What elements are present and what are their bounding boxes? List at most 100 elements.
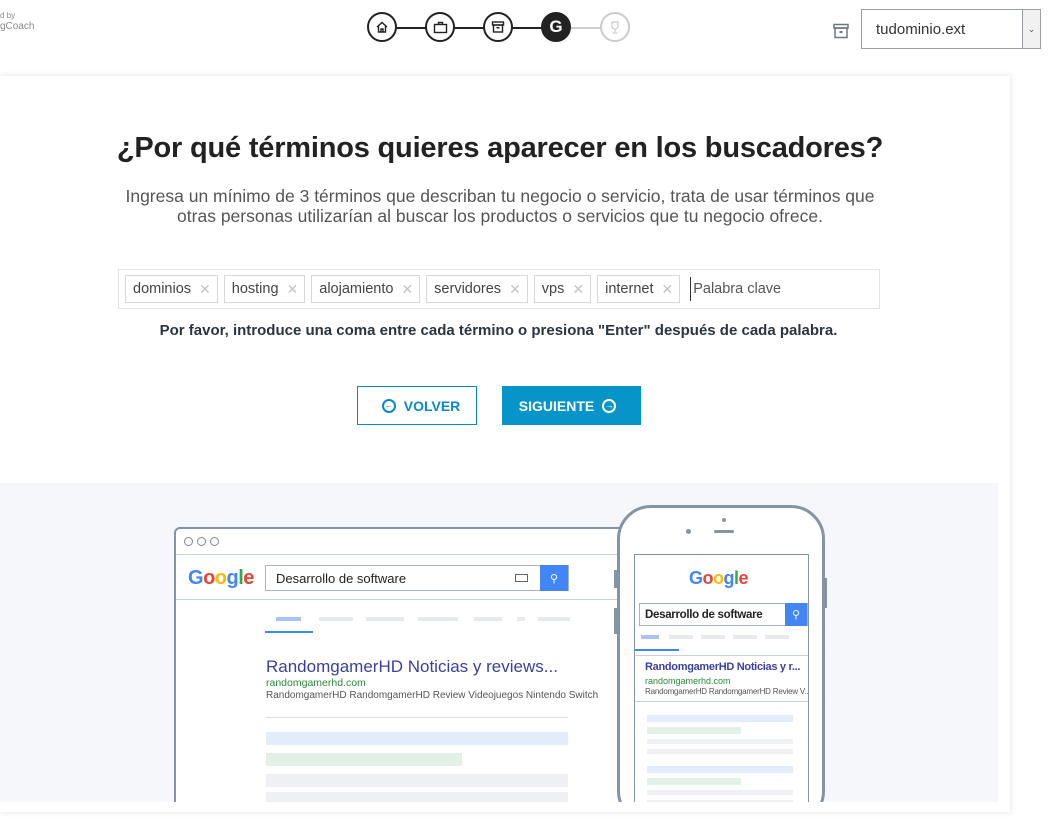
keyword-tag: alojamiento ✕ [311, 275, 421, 303]
domain-select-value: tudominio.ext [876, 20, 966, 38]
step-connector [452, 27, 484, 29]
divider [266, 717, 568, 718]
search-icon: ⚲ [785, 603, 807, 626]
nav-placeholder [366, 617, 404, 621]
placeholder-line [647, 766, 793, 773]
desktop-result-title: RandomgamerHD Noticias y reviews... [266, 657, 558, 676]
keyword-input[interactable] [690, 277, 881, 301]
step-archive[interactable] [483, 12, 513, 42]
keyboard-icon [515, 574, 528, 582]
trophy-icon [611, 20, 619, 34]
phone-screen: Google Desarrollo de software ⚲ Randomga… [634, 554, 809, 802]
desktop-browser-mockup: Google Desarrollo de software ⚲ Randomga… [174, 527, 634, 802]
placeholder-line [266, 774, 568, 787]
phone-speaker [714, 530, 734, 533]
home-icon [376, 21, 388, 33]
keyword-hint: Por favor, introduce una coma entre cada… [159, 322, 838, 339]
nav-placeholder [538, 617, 570, 621]
keyword-tag-label: hosting [231, 281, 279, 297]
keyword-tag: servidores ✕ [426, 275, 528, 303]
mobile-result-description: RandomgamerHD RandomgamerHD Review V... [645, 687, 809, 696]
keywords-card: ¿Por qué términos quieres aparecer en lo… [0, 76, 1010, 812]
step-briefcase[interactable] [425, 12, 455, 42]
step-trophy[interactable] [600, 12, 630, 42]
mobile-result-url: randomgamerhd.com [645, 676, 731, 686]
divider [635, 701, 808, 702]
placeholder-line [647, 715, 793, 722]
page: d by gCoach G tudominio.ext ⌄ ¿Por qué t… [0, 0, 1050, 832]
placeholder-line [647, 800, 793, 802]
google-logo: Google [188, 567, 254, 589]
brand-logo: d by gCoach [0, 10, 34, 32]
keyword-tag: vps ✕ [533, 275, 592, 303]
remove-tag-icon[interactable]: ✕ [509, 281, 521, 298]
active-tab-underline [635, 649, 679, 651]
step-progress: G [366, 12, 632, 44]
next-button[interactable]: SIGUIENTE → [502, 386, 641, 425]
window-dot-icon [210, 537, 219, 546]
remove-tag-icon[interactable]: ✕ [572, 281, 584, 298]
placeholder-line [647, 749, 793, 754]
google-logo: Google [689, 568, 749, 588]
nav-placeholder [474, 617, 502, 621]
phone-side-button [823, 578, 827, 608]
back-button[interactable]: ← VOLVER [357, 386, 477, 425]
mobile-result-title: RandomgamerHD Noticias y r... [645, 661, 801, 673]
nav-placeholder [319, 617, 353, 621]
next-button-label: SIGUIENTE [518, 397, 595, 414]
remove-tag-icon[interactable]: ✕ [401, 281, 413, 298]
nav-placeholder [418, 617, 458, 621]
divider [635, 655, 808, 656]
page-subtitle: Ingresa un mínimo de 3 términos que desc… [125, 186, 875, 226]
desktop-search-query: Desarrollo de software [276, 570, 407, 586]
nav-placeholder [701, 635, 725, 639]
brand-line-2: gCoach [0, 21, 35, 32]
keyword-tag-label: servidores [434, 281, 502, 297]
nav-placeholder [276, 617, 301, 621]
google-icon: G [549, 17, 563, 36]
keyword-tags-input[interactable]: dominios ✕ hosting ✕ alojamiento ✕ servidor… [118, 269, 881, 309]
placeholder-line [647, 778, 741, 785]
placeholder-line [266, 732, 568, 745]
arrow-right-circle-icon: → [602, 398, 617, 413]
keyword-tag-label: alojamiento [319, 281, 394, 297]
phone-camera [686, 529, 691, 534]
nav-placeholder [765, 635, 789, 639]
step-connector [510, 27, 542, 29]
window-dot-icon [197, 537, 206, 546]
placeholder-line [647, 727, 741, 734]
step-connector [394, 27, 426, 29]
archive-icon [833, 23, 849, 39]
remove-tag-icon[interactable]: ✕ [287, 281, 299, 298]
domain-select[interactable]: tudominio.ext ⌄ [861, 9, 1041, 49]
nav-placeholder [517, 617, 525, 621]
keyword-tag: hosting ✕ [223, 275, 306, 303]
search-icon: ⚲ [540, 565, 568, 591]
window-dot-icon [184, 537, 193, 546]
brand-line-1: d by [0, 11, 16, 20]
chevron-down-icon[interactable]: ⌄ [1022, 10, 1040, 48]
keyword-tag-label: dominios [133, 281, 192, 297]
phone-camera [722, 518, 726, 522]
step-connector [569, 27, 601, 29]
phone-side-button [614, 570, 618, 588]
remove-tag-icon[interactable]: ✕ [661, 281, 673, 298]
step-google[interactable]: G [541, 12, 571, 42]
active-tab-underline [265, 631, 313, 633]
archive-icon [491, 21, 505, 33]
step-home[interactable] [367, 12, 397, 42]
desktop-result-url: randomgamerhd.com [266, 677, 366, 689]
mobile-search-query: Desarrollo de software [645, 608, 763, 621]
page-title: ¿Por qué términos quieres aparecer en lo… [116, 132, 884, 164]
browser-titlebar [176, 529, 632, 555]
placeholder-line [647, 790, 793, 795]
arrow-left-circle-icon: ← [381, 398, 396, 413]
briefcase-icon [433, 21, 447, 34]
mobile-phone-mockup: Google Desarrollo de software ⚲ Randomga… [614, 505, 827, 802]
placeholder-line [266, 792, 568, 802]
divider [176, 599, 632, 600]
placeholder-line [266, 753, 462, 766]
mobile-search-box: Desarrollo de software ⚲ [639, 603, 808, 626]
placeholder-line [647, 739, 793, 744]
remove-tag-icon[interactable]: ✕ [199, 281, 211, 298]
